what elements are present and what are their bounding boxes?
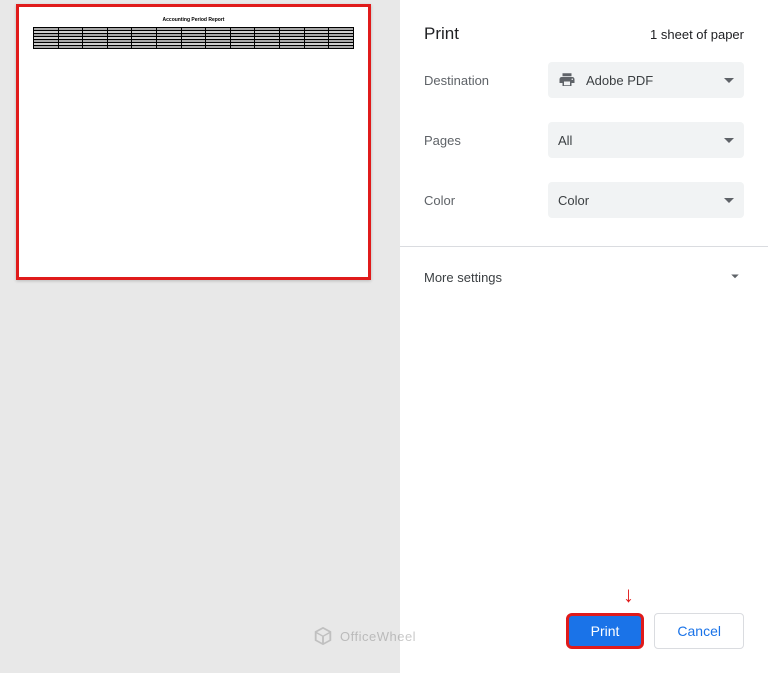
preview-title: Accounting Period Report	[33, 17, 354, 23]
color-dropdown[interactable]: Color	[548, 182, 744, 218]
header-row: Print 1 sheet of paper	[400, 0, 768, 62]
printer-icon	[558, 71, 576, 89]
chevron-down-icon	[724, 138, 734, 143]
destination-row: Destination Adobe PDF	[424, 62, 744, 98]
sheet-count: 1 sheet of paper	[650, 27, 744, 42]
cancel-button-label: Cancel	[677, 623, 721, 639]
more-settings-toggle[interactable]: More settings	[400, 247, 768, 308]
print-button[interactable]: Print	[566, 613, 645, 649]
cancel-button[interactable]: Cancel	[654, 613, 744, 649]
preview-panel: Accounting Period Report OfficeWheel	[0, 0, 400, 673]
pages-label: Pages	[424, 133, 548, 148]
settings-section: Destination Adobe PDF Pages All Color Co…	[400, 62, 768, 242]
color-value: Color	[558, 193, 589, 208]
more-settings-label: More settings	[424, 270, 502, 285]
pages-dropdown[interactable]: All	[548, 122, 744, 158]
print-title: Print	[424, 24, 459, 44]
destination-dropdown[interactable]: Adobe PDF	[548, 62, 744, 98]
chevron-down-icon	[724, 198, 734, 203]
destination-value: Adobe PDF	[586, 73, 653, 88]
arrow-annotation-icon: ↓	[623, 582, 634, 608]
pages-row: Pages All	[424, 122, 744, 158]
color-row: Color Color	[424, 182, 744, 218]
watermark-logo-icon	[312, 625, 334, 647]
color-label: Color	[424, 193, 548, 208]
print-button-label: Print	[591, 623, 620, 639]
chevron-down-icon	[724, 78, 734, 83]
destination-label: Destination	[424, 73, 548, 88]
print-panel: Print 1 sheet of paper Destination Adobe…	[400, 0, 768, 673]
preview-table	[33, 27, 354, 49]
pages-value: All	[558, 133, 572, 148]
footer: Print Cancel	[400, 589, 768, 673]
preview-page: Accounting Period Report	[16, 4, 371, 280]
chevron-down-icon	[726, 267, 744, 288]
